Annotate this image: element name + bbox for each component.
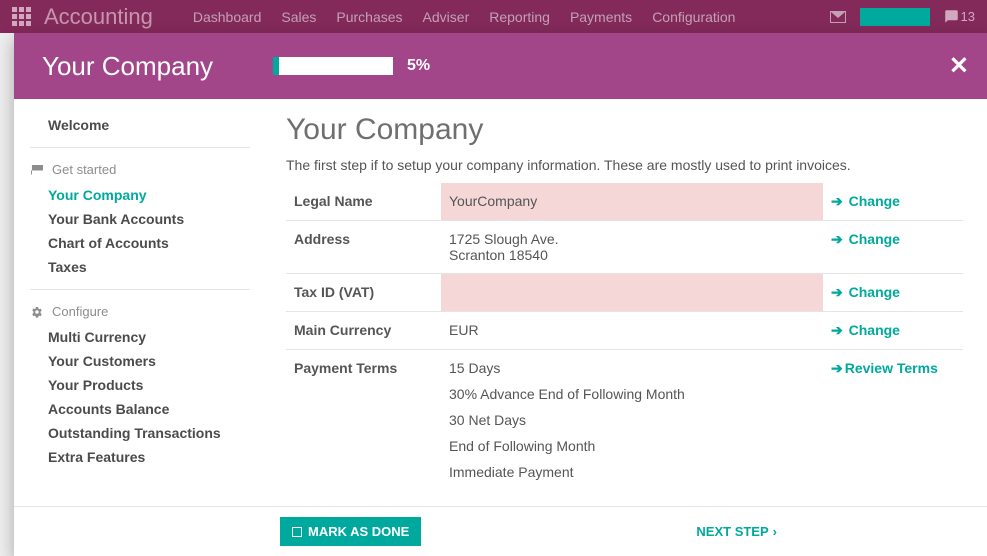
app-name: Accounting <box>44 4 153 30</box>
modal-header: Your Company 5% ✕ <box>14 33 987 99</box>
chevron-right-icon: › <box>773 524 777 539</box>
app-top-bar: Accounting Dashboard Sales Purchases Adv… <box>0 0 987 33</box>
company-info-table: Legal Name YourCompany ➔ Change Address … <box>286 183 963 490</box>
change-address[interactable]: ➔ Change <box>831 231 900 247</box>
mail-icon[interactable] <box>830 11 846 23</box>
top-nav: Dashboard Sales Purchases Adviser Report… <box>193 9 830 25</box>
row-payment-terms: Payment Terms 15 Days 30% Advance End of… <box>286 350 963 491</box>
label-payment-terms: Payment Terms <box>286 350 441 491</box>
onboarding-sidebar[interactable]: Welcome Get started Your Company Your Ba… <box>14 99 262 506</box>
gear-icon <box>30 306 44 318</box>
nav-adviser[interactable]: Adviser <box>423 9 470 25</box>
page-heading: Your Company <box>286 113 963 147</box>
mark-as-done-button[interactable]: MARK AS DONE <box>280 517 421 546</box>
sidebar-your-company[interactable]: Your Company <box>30 183 250 207</box>
close-icon[interactable]: ✕ <box>949 52 969 81</box>
value-address: 1725 Slough Ave. Scranton 18540 <box>441 221 823 274</box>
sidebar-outstanding-transactions[interactable]: Outstanding Transactions <box>30 421 250 445</box>
user-indicator[interactable] <box>860 8 930 26</box>
change-currency[interactable]: ➔ Change <box>831 322 900 338</box>
checkbox-icon <box>292 527 302 537</box>
page-subtitle: The first step if to setup your company … <box>286 157 963 173</box>
modal-title: Your Company <box>42 51 213 82</box>
sidebar-chart-of-accounts[interactable]: Chart of Accounts <box>30 231 250 255</box>
chat-indicator[interactable]: 13 <box>944 9 975 24</box>
arrow-right-icon: ➔ <box>831 193 843 210</box>
apps-grid-icon[interactable] <box>12 7 32 27</box>
row-address: Address 1725 Slough Ave. Scranton 18540 … <box>286 221 963 274</box>
arrow-right-icon: ➔ <box>831 322 843 339</box>
arrow-right-icon: ➔ <box>831 231 843 248</box>
sidebar-your-customers[interactable]: Your Customers <box>30 349 250 373</box>
nav-dashboard[interactable]: Dashboard <box>193 9 262 25</box>
label-currency: Main Currency <box>286 312 441 350</box>
label-legal-name: Legal Name <box>286 183 441 221</box>
chat-count: 13 <box>961 9 975 24</box>
onboarding-modal: Your Company 5% ✕ Welcome Get started Yo… <box>14 33 987 556</box>
nav-purchases[interactable]: Purchases <box>336 9 402 25</box>
review-terms[interactable]: ➔Review Terms <box>831 360 938 376</box>
sidebar-welcome[interactable]: Welcome <box>30 113 250 137</box>
change-legal-name[interactable]: ➔ Change <box>831 193 900 209</box>
sidebar-extra-features[interactable]: Extra Features <box>30 445 250 469</box>
nav-payments[interactable]: Payments <box>570 9 632 25</box>
row-tax-id: Tax ID (VAT) ➔ Change <box>286 274 963 312</box>
sidebar-section-get-started: Get started <box>30 162 250 177</box>
label-address: Address <box>286 221 441 274</box>
sidebar-your-products[interactable]: Your Products <box>30 373 250 397</box>
sidebar-bank-accounts[interactable]: Your Bank Accounts <box>30 207 250 231</box>
sidebar-multi-currency[interactable]: Multi Currency <box>30 325 250 349</box>
nav-configuration[interactable]: Configuration <box>652 9 735 25</box>
sidebar-taxes[interactable]: Taxes <box>30 255 250 279</box>
sidebar-section-label: Get started <box>52 162 116 177</box>
progress-label: 5% <box>407 57 430 75</box>
modal-footer: MARK AS DONE NEXT STEP › <box>14 506 987 556</box>
flag-icon <box>30 165 44 175</box>
row-legal-name: Legal Name YourCompany ➔ Change <box>286 183 963 221</box>
arrow-right-icon: ➔ <box>831 360 843 377</box>
label-tax-id: Tax ID (VAT) <box>286 274 441 312</box>
onboarding-main[interactable]: Your Company The first step if to setup … <box>262 99 987 506</box>
value-payment-terms: 15 Days 30% Advance End of Following Mon… <box>441 350 823 491</box>
sidebar-accounts-balance[interactable]: Accounts Balance <box>30 397 250 421</box>
nav-reporting[interactable]: Reporting <box>489 9 550 25</box>
value-tax-id <box>441 274 823 312</box>
next-step-button[interactable]: NEXT STEP › <box>696 524 777 539</box>
sidebar-section-configure: Configure <box>30 304 250 319</box>
value-currency: EUR <box>441 312 823 350</box>
sidebar-section-label: Configure <box>52 304 108 319</box>
value-legal-name: YourCompany <box>441 183 823 221</box>
row-main-currency: Main Currency EUR ➔ Change <box>286 312 963 350</box>
arrow-right-icon: ➔ <box>831 284 843 301</box>
progress-bar <box>273 57 393 75</box>
nav-sales[interactable]: Sales <box>281 9 316 25</box>
change-tax-id[interactable]: ➔ Change <box>831 284 900 300</box>
